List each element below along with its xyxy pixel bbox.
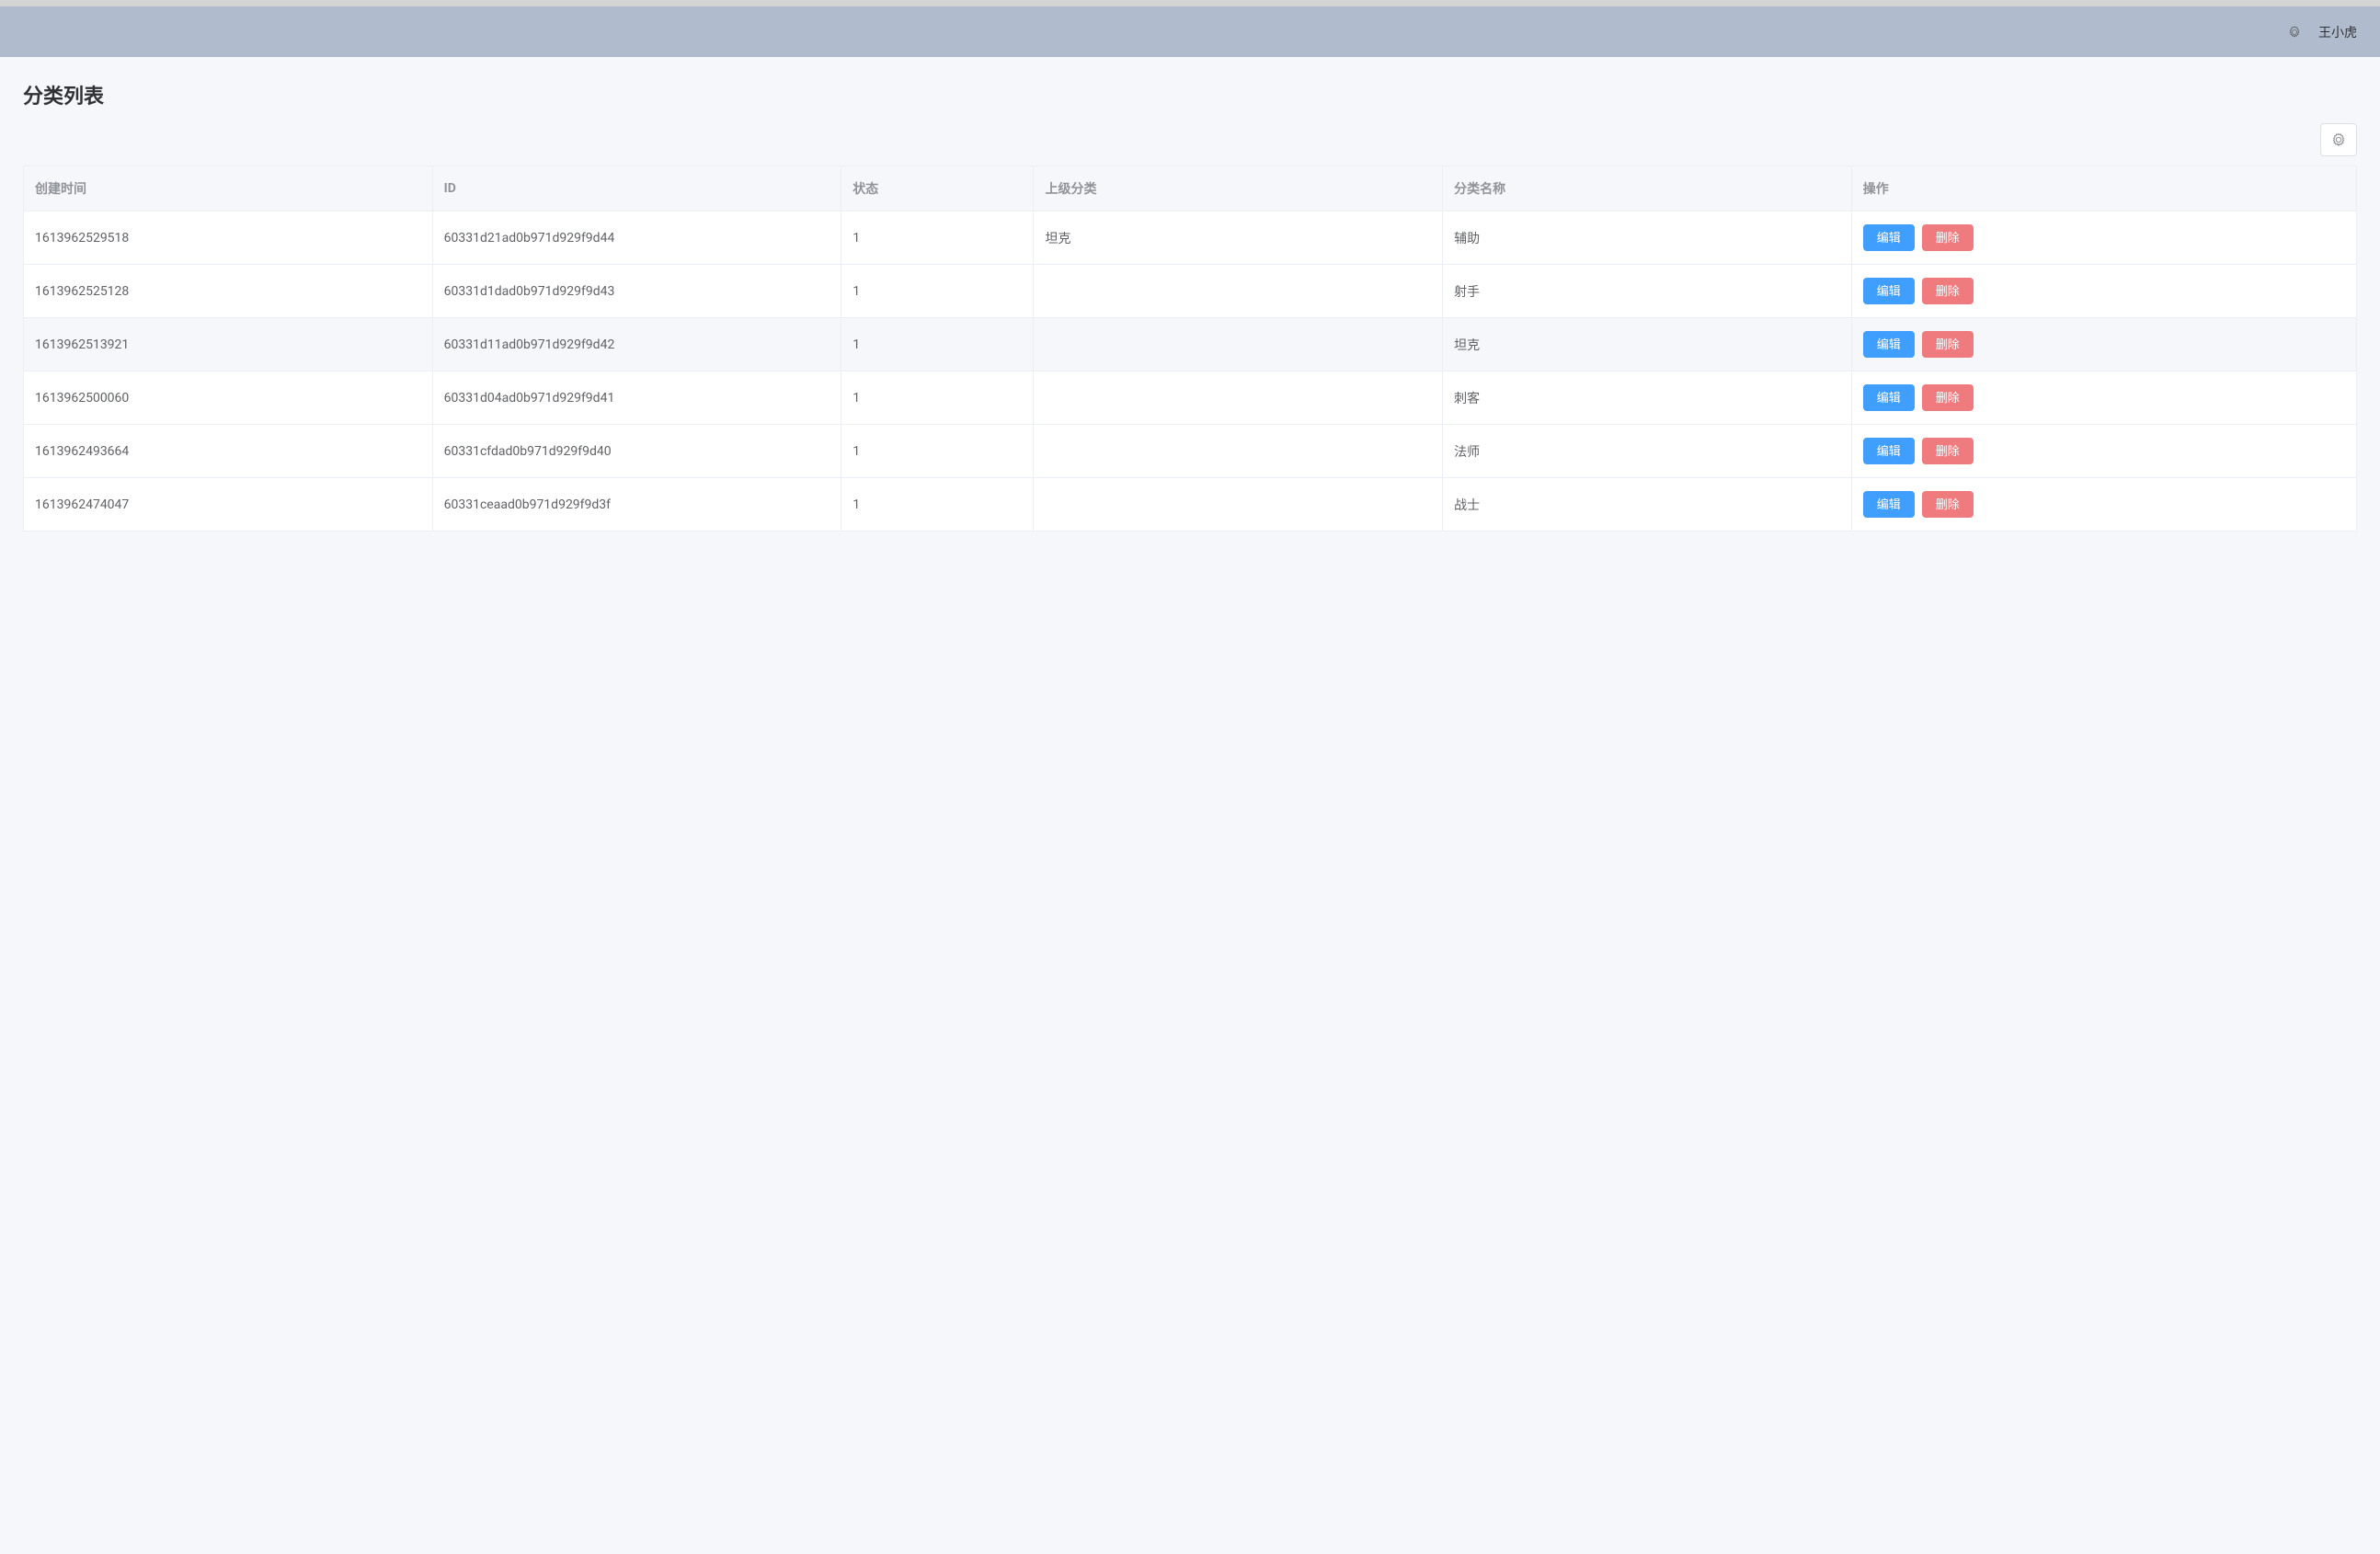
current-user-name[interactable]: 王小虎	[2318, 23, 2357, 41]
cell-id: 60331d04ad0b971d929f9d41	[432, 371, 841, 425]
col-header-status: 状态	[841, 166, 1034, 211]
cell-actions: 编辑删除	[1851, 425, 2356, 478]
cell-id: 60331d1dad0b971d929f9d43	[432, 265, 841, 318]
cell-actions: 编辑删除	[1851, 318, 2356, 371]
cell-created-at: 1613962493664	[24, 425, 433, 478]
cell-actions: 编辑删除	[1851, 371, 2356, 425]
edit-button[interactable]: 编辑	[1863, 438, 1915, 464]
delete-button[interactable]: 删除	[1922, 384, 1974, 411]
cell-actions: 编辑删除	[1851, 478, 2356, 531]
col-header-name: 分类名称	[1443, 166, 1852, 211]
settings-icon[interactable]	[2287, 25, 2302, 40]
cell-name: 辅助	[1443, 211, 1852, 265]
delete-button[interactable]: 删除	[1922, 224, 1974, 251]
delete-button[interactable]: 删除	[1922, 331, 1974, 358]
cell-name: 坦克	[1443, 318, 1852, 371]
gear-icon	[2330, 131, 2347, 148]
edit-button[interactable]: 编辑	[1863, 224, 1915, 251]
cell-actions: 编辑删除	[1851, 265, 2356, 318]
cell-id: 60331cfdad0b971d929f9d40	[432, 425, 841, 478]
table-row[interactable]: 161396250006060331d04ad0b971d929f9d411 刺客…	[24, 371, 2357, 425]
page-title: 分类列表	[23, 80, 2357, 109]
cell-parent	[1034, 371, 1443, 425]
cell-name: 战士	[1443, 478, 1852, 531]
table-row[interactable]: 161396247404760331ceaad0b971d929f9d3f1 战士…	[24, 478, 2357, 531]
cell-parent	[1034, 318, 1443, 371]
cell-id: 60331d21ad0b971d929f9d44	[432, 211, 841, 265]
edit-button[interactable]: 编辑	[1863, 278, 1915, 304]
cell-status: 1	[841, 318, 1034, 371]
cell-actions: 编辑删除	[1851, 211, 2356, 265]
edit-button[interactable]: 编辑	[1863, 384, 1915, 411]
cell-status: 1	[841, 425, 1034, 478]
cell-parent	[1034, 478, 1443, 531]
col-header-actions: 操作	[1851, 166, 2356, 211]
table-settings-button[interactable]	[2320, 123, 2357, 156]
cell-status: 1	[841, 265, 1034, 318]
cell-created-at: 1613962529518	[24, 211, 433, 265]
table-row[interactable]: 161396249366460331cfdad0b971d929f9d401 法师…	[24, 425, 2357, 478]
cell-parent	[1034, 265, 1443, 318]
window-top-strip	[0, 0, 2380, 6]
delete-button[interactable]: 删除	[1922, 438, 1974, 464]
cell-status: 1	[841, 478, 1034, 531]
cell-name: 法师	[1443, 425, 1852, 478]
delete-button[interactable]: 删除	[1922, 491, 1974, 518]
cell-created-at: 1613962525128	[24, 265, 433, 318]
category-table: 创建时间 ID 状态 上级分类 分类名称 操作 1613962529518603…	[23, 166, 2357, 531]
delete-button[interactable]: 删除	[1922, 278, 1974, 304]
table-row[interactable]: 161396252512860331d1dad0b971d929f9d431 射手…	[24, 265, 2357, 318]
cell-name: 射手	[1443, 265, 1852, 318]
cell-created-at: 1613962500060	[24, 371, 433, 425]
cell-id: 60331d11ad0b971d929f9d42	[432, 318, 841, 371]
table-row[interactable]: 161396252951860331d21ad0b971d929f9d441坦克…	[24, 211, 2357, 265]
cell-parent: 坦克	[1034, 211, 1443, 265]
cell-id: 60331ceaad0b971d929f9d3f	[432, 478, 841, 531]
table-header-row: 创建时间 ID 状态 上级分类 分类名称 操作	[24, 166, 2357, 211]
cell-status: 1	[841, 371, 1034, 425]
table-row[interactable]: 161396251392160331d11ad0b971d929f9d421 坦克…	[24, 318, 2357, 371]
table-toolbar	[23, 123, 2357, 156]
cell-created-at: 1613962513921	[24, 318, 433, 371]
col-header-parent: 上级分类	[1034, 166, 1443, 211]
col-header-id: ID	[432, 166, 841, 211]
edit-button[interactable]: 编辑	[1863, 331, 1915, 358]
app-header: 王小虎	[0, 6, 2380, 57]
cell-status: 1	[841, 211, 1034, 265]
cell-parent	[1034, 425, 1443, 478]
col-header-created-at: 创建时间	[24, 166, 433, 211]
edit-button[interactable]: 编辑	[1863, 491, 1915, 518]
cell-name: 刺客	[1443, 371, 1852, 425]
cell-created-at: 1613962474047	[24, 478, 433, 531]
